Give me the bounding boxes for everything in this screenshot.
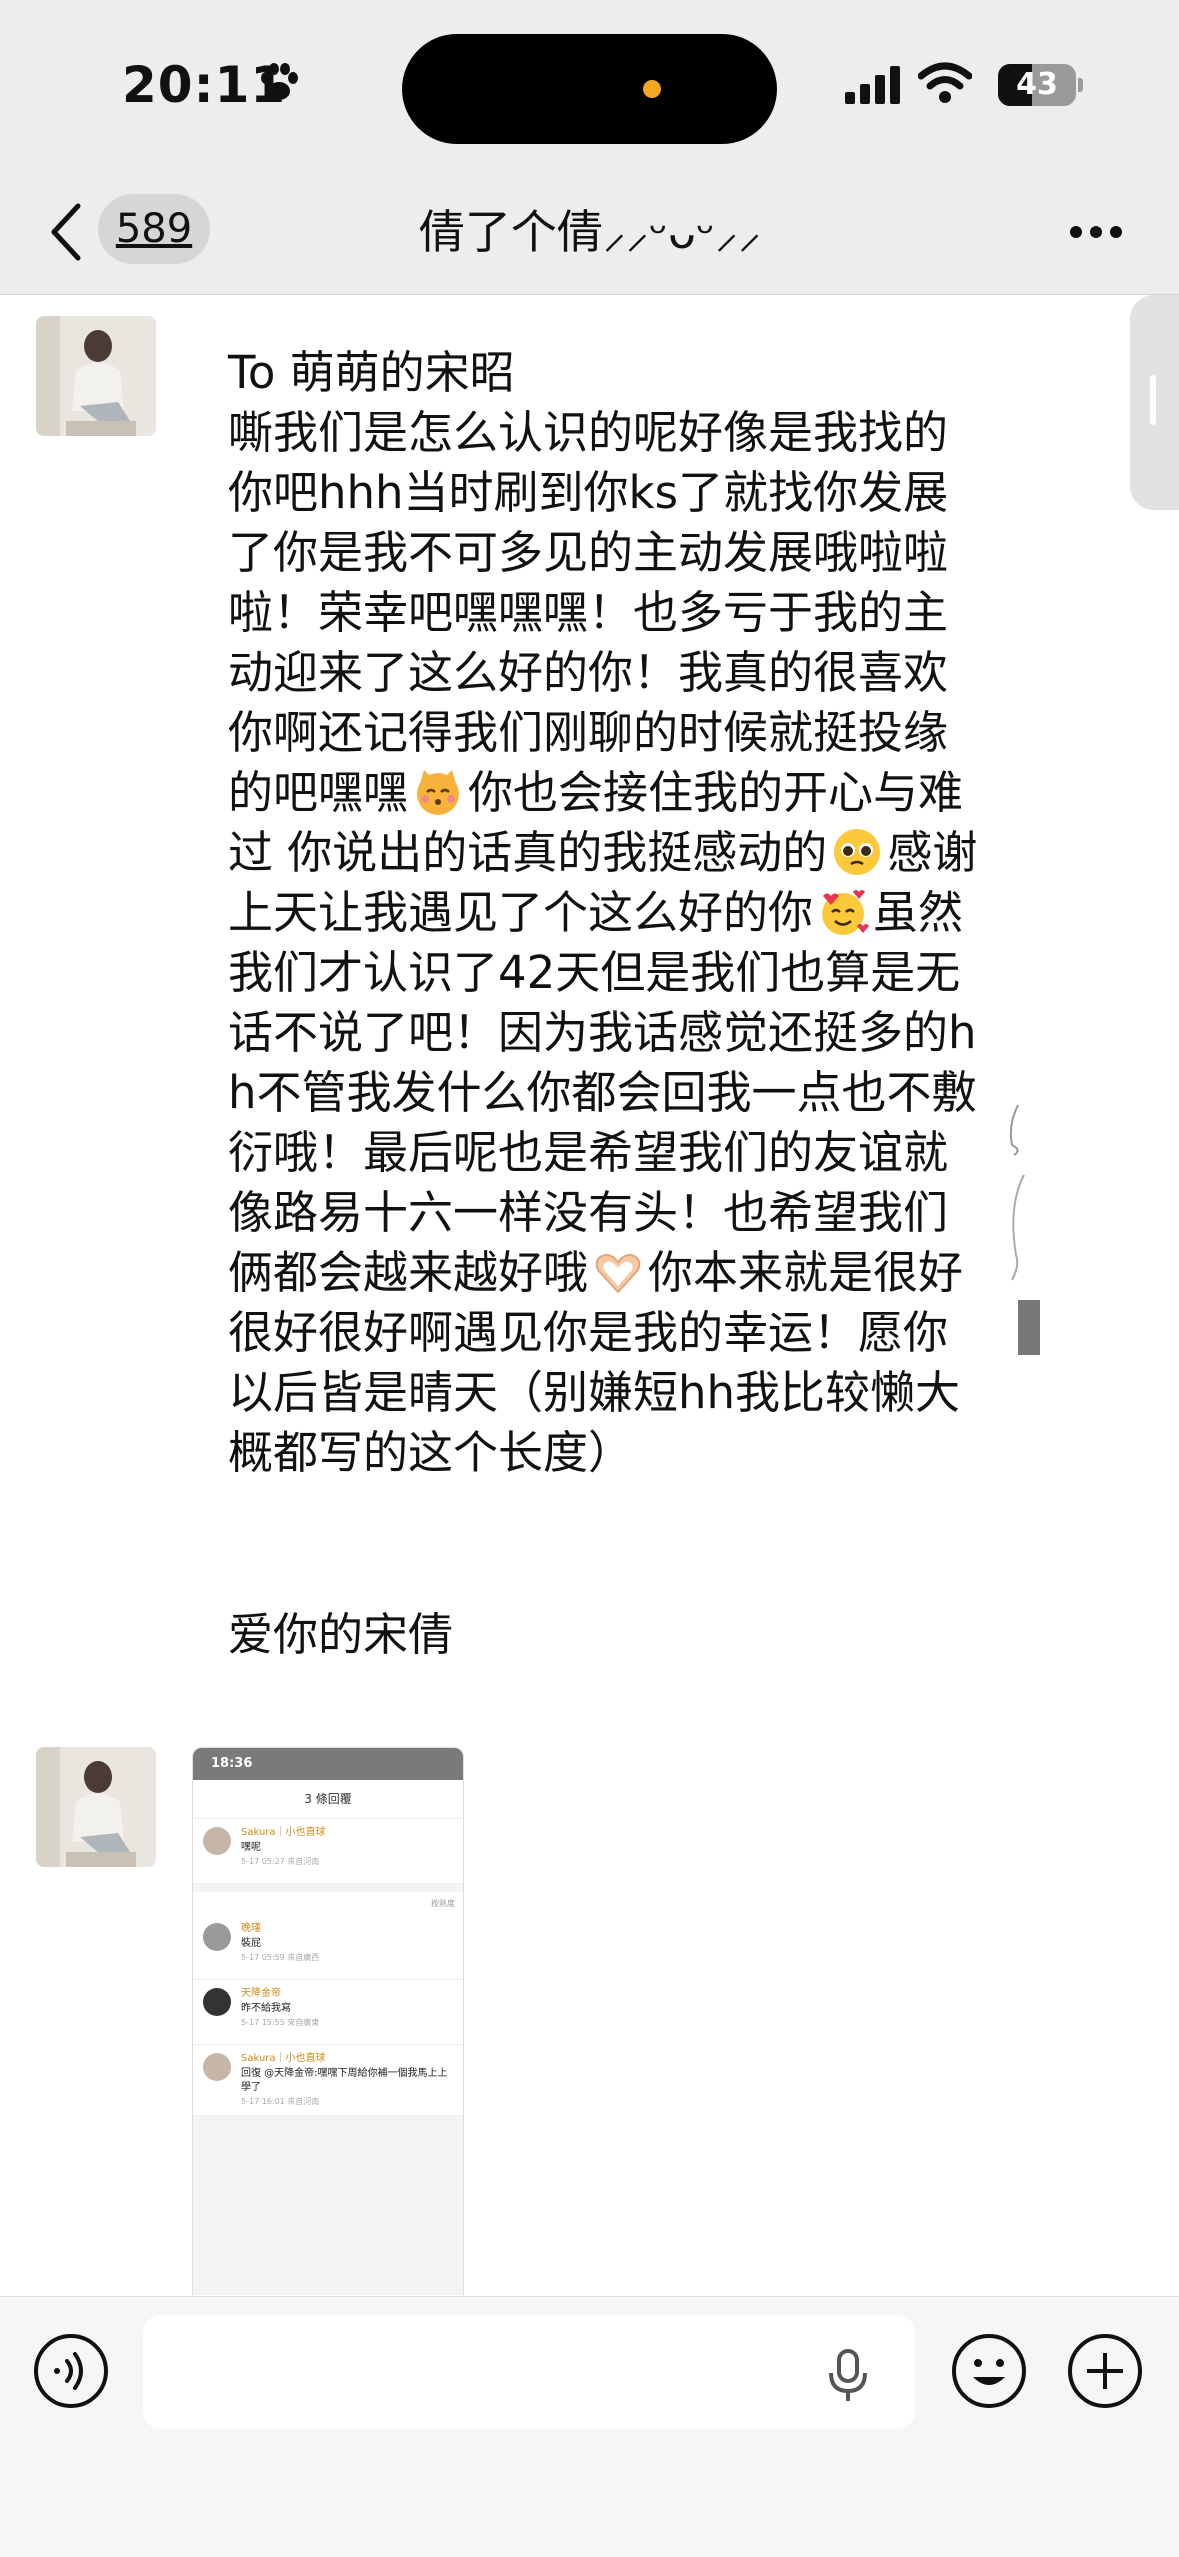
screenshot-comment-body: 昨不給我寫	[241, 2003, 291, 2014]
cellular-signal-icon	[845, 66, 900, 104]
heart-hands-emoji-icon	[595, 1253, 641, 1294]
battery-percentage: 43	[1016, 67, 1058, 102]
screenshot-comment-name: 晚瑾	[241, 1923, 261, 1934]
screenshot-comment: Sakura｜小也直球 嘿呢 5-17 05:27 來自河南	[193, 1819, 463, 1884]
contact-avatar[interactable]	[36, 1747, 156, 1867]
paw-icon	[261, 63, 298, 100]
screenshot-comment-meta: 5-17 15:55 來自廣東	[241, 2018, 320, 2027]
scroll-handle[interactable]	[1130, 295, 1179, 510]
microphone-icon[interactable]	[820, 2347, 876, 2403]
message-text-part: 虽然我们才认识了42天但是我们也算是无话不说了吧！因为我话感觉还挺多的hh不管我…	[228, 886, 977, 1299]
contact-avatar[interactable]	[36, 316, 156, 436]
message-text-part: To 萌萌的宋昭 嘶我们是怎么认识的呢好像是我找的你吧hhh当时刷到你ks了就找…	[228, 346, 949, 819]
screenshot-sort-label: 按熱度	[193, 1892, 463, 1915]
image-message[interactable]: 18:36 3 條回覆 Sakura｜小也直球 嘿呢 5-17 05:27 來自…	[192, 1747, 464, 2295]
screenshot-commenter-avatar	[203, 2053, 231, 2081]
message-bubble-text[interactable]: To 萌萌的宋昭 嘶我们是怎么认识的呢好像是我找的你吧hhh当时刷到你ks了就找…	[228, 343, 988, 1483]
screenshot-comment-body: 裝屁	[241, 1938, 261, 1949]
screenshot-comment-body: 回復 @天降金帝:嘿嘿下周給你補一個我馬上上學了	[241, 2068, 448, 2093]
message-input-bar	[0, 2296, 1179, 2557]
wifi-icon	[918, 62, 972, 103]
screenshot-header: 3 條回覆	[193, 1780, 463, 1819]
chevron-left-icon[interactable]	[46, 200, 86, 264]
screenshot-comment-name: 天降金帝	[241, 1988, 281, 1999]
screenshot-comment-name: Sakura｜小也直球	[241, 2053, 326, 2064]
emoji-icon[interactable]	[951, 2333, 1027, 2409]
smiling-hearts-emoji-icon	[822, 890, 870, 935]
avatar-photo	[36, 316, 156, 436]
screenshot-comment-meta: 5-17 16:01 來自河南	[241, 2097, 320, 2106]
chat-message-list[interactable]: To 萌萌的宋昭 嘶我们是怎么认识的呢好像是我找的你吧hhh当时刷到你ks了就找…	[0, 295, 1179, 2295]
chat-title: 倩了个倩⸝⸝ᵕᴗᵕ⸝⸝	[418, 205, 762, 259]
plus-icon[interactable]	[1067, 2333, 1143, 2409]
screenshot-comment: 天降金帝 昨不給我寫 5-17 15:55 來自廣東	[193, 1980, 463, 2045]
screenshot-comment-meta: 5-17 05:27 來自河南	[241, 1857, 320, 1866]
screenshot-commenter-avatar	[203, 1827, 231, 1855]
screenshot-comment-body: 嘿呢	[241, 1842, 261, 1853]
screenshot-comment: Sakura｜小也直球 回復 @天降金帝:嘿嘿下周給你補一個我馬上上學了 5-1…	[193, 2045, 463, 2116]
message-input[interactable]	[143, 2315, 915, 2429]
avatar-photo	[36, 1747, 156, 1867]
kissing-cat-emoji-icon	[417, 770, 460, 815]
screenshot-commenter-avatar	[203, 1988, 231, 2016]
battery-indicator: 43	[998, 64, 1076, 106]
status-bar: 20:11 43	[0, 0, 1179, 170]
screenshot-comment: 晚瑾 裝屁 5-17 05:59 來自廣西	[193, 1915, 463, 1980]
screenshot-comment-meta: 5-17 05:59 來自廣西	[241, 1953, 320, 1962]
battery-tip	[1078, 78, 1083, 92]
screenshot-commenter-avatar	[203, 1923, 231, 1951]
message-signoff: 爱你的宋倩	[228, 1608, 454, 1661]
partial-image-edge	[1009, 1105, 1040, 1355]
dynamic-island	[402, 34, 777, 144]
pleading-face-emoji-icon	[834, 829, 881, 875]
recording-indicator	[643, 80, 661, 98]
scroll-grip	[1150, 375, 1156, 425]
screenshot-comment-name: Sakura｜小也直球	[241, 1827, 326, 1838]
chat-header: 589 倩了个倩⸝⸝ᵕᴗᵕ⸝⸝	[0, 170, 1179, 295]
voice-mode-icon[interactable]	[33, 2333, 109, 2409]
screenshot-status-time: 18:36	[193, 1748, 463, 1780]
more-options-icon[interactable]	[1068, 222, 1124, 242]
unread-count-badge[interactable]: 589	[98, 194, 210, 264]
